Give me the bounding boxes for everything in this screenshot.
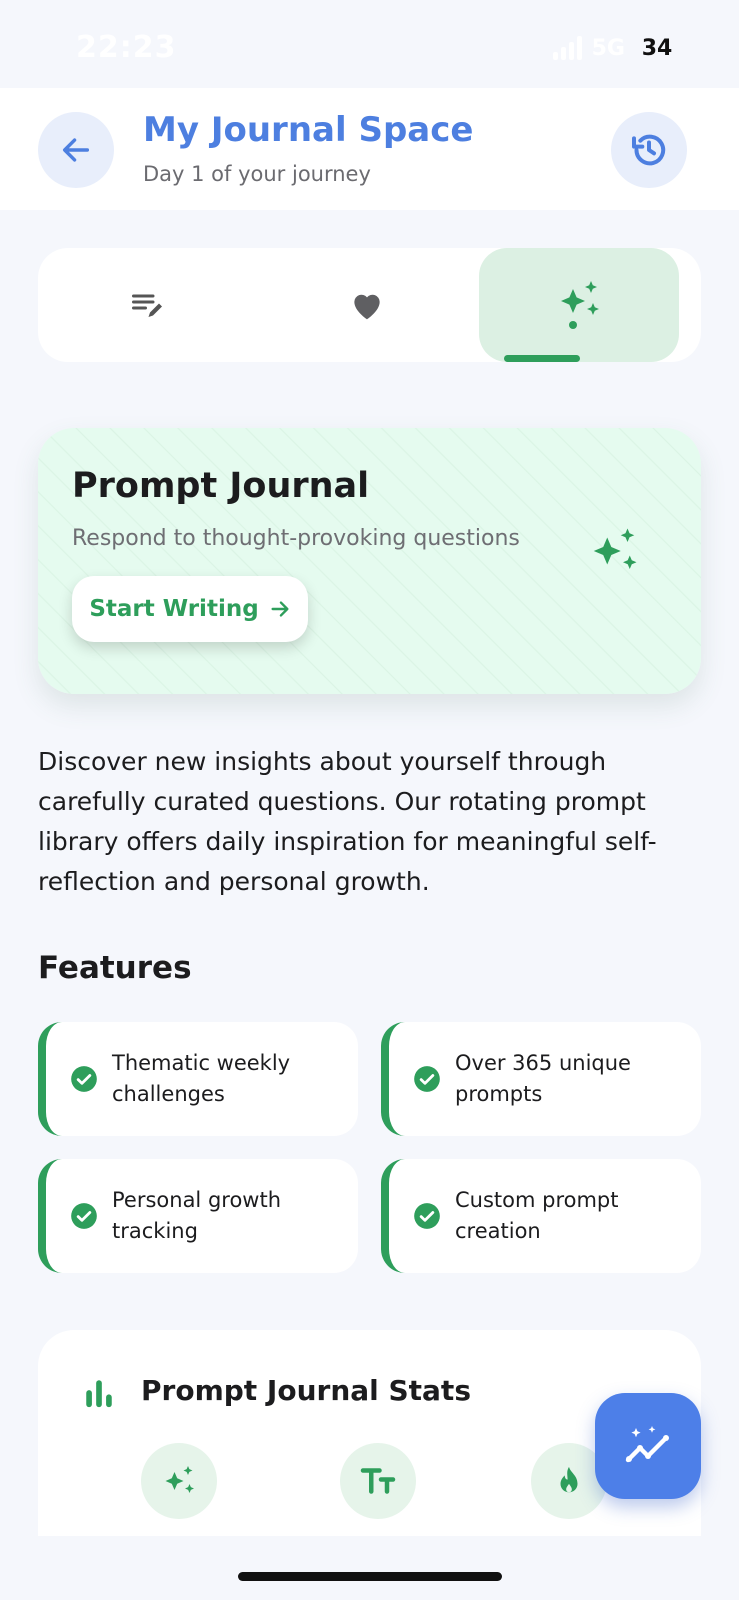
feature-label: Personal growth tracking <box>112 1188 282 1243</box>
feature-label: Over 365 unique prompts <box>455 1051 631 1106</box>
stat-words <box>340 1443 416 1519</box>
feature-label: Custom prompt creation <box>455 1188 619 1243</box>
feature-card: Personal growth tracking <box>38 1159 358 1273</box>
network-label: 5G <box>591 35 625 61</box>
stats-title: Prompt Journal Stats <box>141 1374 471 1407</box>
bottom-safe-area <box>0 1536 739 1600</box>
page-title: My Journal Space <box>143 110 474 150</box>
header: My Journal Space Day 1 of your journey <box>0 88 739 210</box>
history-icon <box>632 134 666 166</box>
check-circle-icon <box>71 1066 97 1092</box>
insights-fab-button[interactable] <box>595 1393 701 1499</box>
feature-card: Over 365 unique prompts <box>381 1022 701 1136</box>
status-time: 22:23 <box>76 30 177 65</box>
sparkles-icon <box>165 1466 194 1493</box>
feature-card: Thematic weekly challenges <box>38 1022 358 1136</box>
tab-prompt[interactable] <box>479 248 679 362</box>
stat-prompts <box>141 1443 217 1519</box>
heart-icon <box>354 294 380 320</box>
sparkles-icon <box>593 528 637 569</box>
tab-gratitude[interactable] <box>255 248 479 362</box>
text-size-icon <box>360 1468 396 1494</box>
check-circle-icon <box>414 1066 440 1092</box>
card-title: Prompt Journal <box>72 466 370 506</box>
home-indicator[interactable] <box>238 1572 502 1581</box>
features-heading: Features <box>38 950 192 986</box>
prompt-journal-card: Prompt Journal Respond to thought-provok… <box>38 428 701 694</box>
feature-label: Thematic weekly challenges <box>112 1051 291 1106</box>
card-subtitle: Respond to thought-provoking questions <box>72 526 520 551</box>
history-button[interactable] <box>611 112 687 188</box>
signal-icon <box>552 36 582 60</box>
back-button[interactable] <box>38 112 114 188</box>
active-tab-indicator <box>504 355 580 362</box>
sparkles-icon <box>561 281 599 329</box>
battery-level: 34 <box>641 35 673 61</box>
start-writing-label: Start Writing <box>89 596 259 622</box>
check-circle-icon <box>414 1203 440 1229</box>
description-text: Discover new insights about yourself thr… <box>38 747 657 896</box>
arrow-left-icon <box>62 138 90 162</box>
check-circle-icon <box>71 1203 97 1229</box>
status-bar: 22:23 5G 34 <box>0 0 739 88</box>
feature-card: Custom prompt creation <box>381 1159 701 1273</box>
flame-icon <box>560 1466 578 1493</box>
trend-sparkle-icon <box>625 1426 669 1463</box>
bar-chart-icon <box>86 1380 112 1408</box>
journal-type-tabs <box>38 248 701 362</box>
page-subtitle: Day 1 of your journey <box>143 162 371 186</box>
edit-list-icon <box>131 294 162 317</box>
start-writing-button[interactable]: Start Writing <box>72 576 308 642</box>
arrow-right-icon <box>271 601 289 617</box>
status-right: 5G 34 <box>552 34 679 62</box>
tab-freewrite[interactable] <box>38 248 255 362</box>
battery-icon: 34 <box>635 34 679 62</box>
